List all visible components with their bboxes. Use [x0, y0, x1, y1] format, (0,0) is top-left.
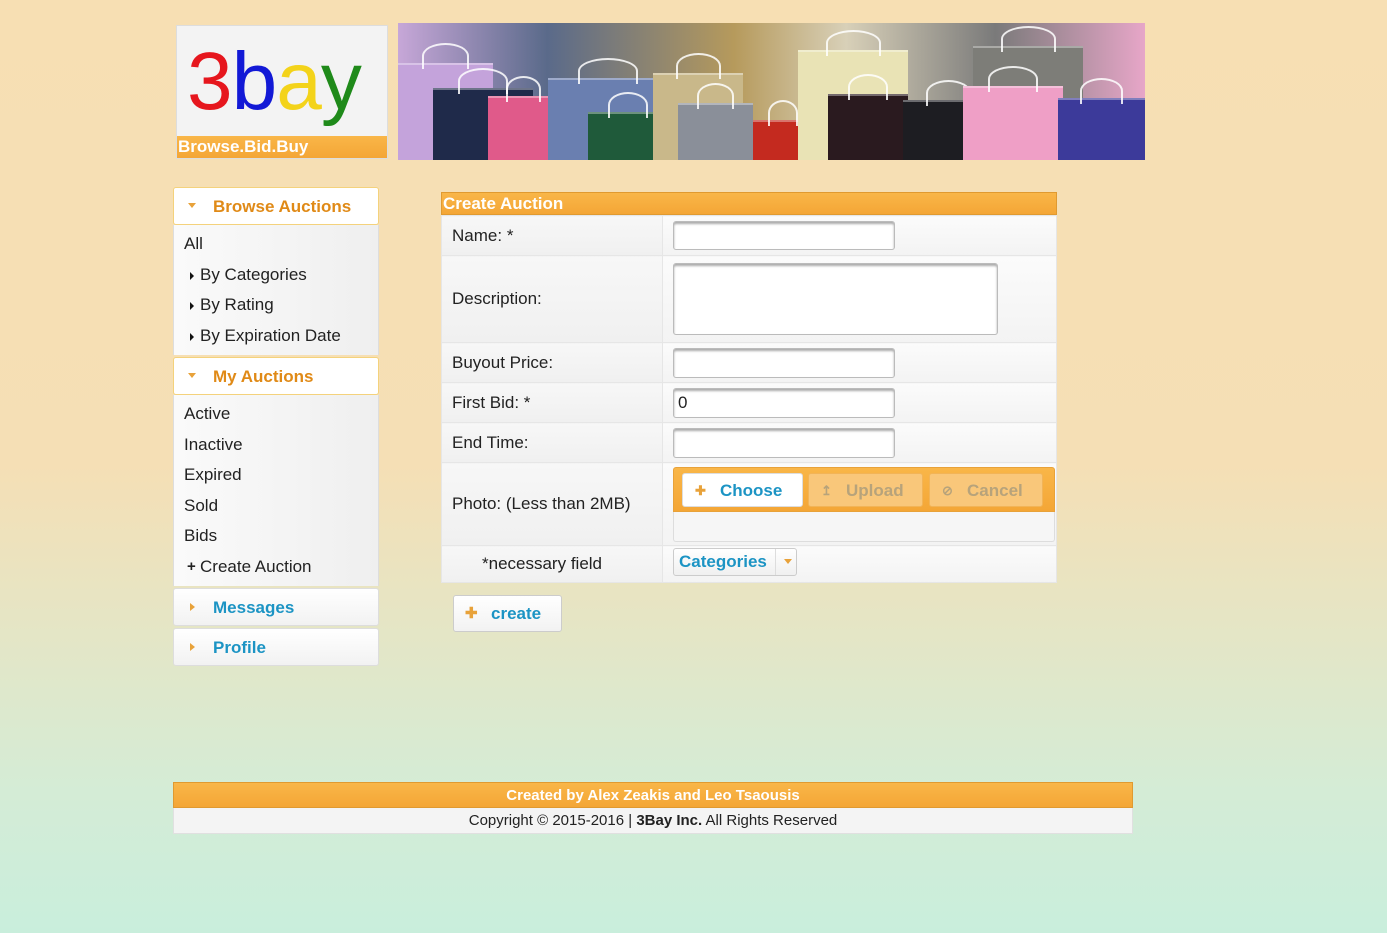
menu-item-active[interactable]: Active [174, 399, 378, 430]
name-label: Name: * [441, 215, 663, 256]
button-label: Cancel [967, 480, 1023, 500]
rights-text: All Rights Reserved [705, 812, 838, 829]
name-cell [662, 215, 1057, 256]
required-mark: * [506, 225, 514, 245]
end-time-cell [662, 422, 1057, 463]
accordion-header-profile[interactable]: Profile [173, 628, 379, 666]
form-row-first-bid: First Bid: * 0 [441, 382, 1057, 423]
form-row-buyout: Buyout Price: [441, 342, 1057, 383]
site-tagline: Browse.Bid.Buy [177, 136, 387, 158]
create-auction-panel: Create Auction Name: * Description: Buyo… [441, 192, 1057, 583]
menu-item-create-auction[interactable]: + Create Auction [174, 552, 378, 583]
chevron-down-icon [784, 558, 792, 564]
categories-dropdown-button[interactable]: Categories [673, 547, 797, 576]
create-auction-form: Name: * Description: Buyout Price: First… [441, 215, 1057, 583]
caret-right-icon [190, 271, 194, 280]
accordion-title: My Auctions [213, 367, 314, 386]
menu-item-by-rating[interactable]: By Rating [174, 290, 378, 321]
form-row-name: Name: * [441, 215, 1057, 256]
upload-arrow-icon: ↥ [821, 482, 832, 498]
first-bid-label: First Bid: * [441, 382, 663, 423]
menu-item-by-expiration-date[interactable]: By Expiration Date [174, 321, 378, 352]
logo-wordmark: 3bay [187, 32, 362, 132]
copyright-text: Copyright © 2015-2016 | [468, 812, 633, 829]
end-time-label: End Time: [441, 422, 663, 463]
menu-item-inactive[interactable]: Inactive [174, 430, 378, 461]
caret-right-icon [190, 302, 194, 310]
form-row-footer: *necessary field Categories [441, 545, 1057, 583]
button-label: create [491, 604, 542, 623]
logo-letter-1: 3 [187, 36, 233, 127]
necessary-field-note: *necessary field [441, 545, 663, 583]
first-bid-input[interactable]: 0 [673, 387, 895, 418]
end-time-input[interactable] [673, 427, 895, 458]
menu-item-label: By Categories [200, 264, 307, 284]
triangle-right-icon [190, 643, 195, 651]
plus-icon: ✚ [695, 482, 706, 498]
accordion-title: Messages [213, 598, 295, 617]
panel-title: Create Auction [441, 192, 1057, 215]
menu-item-bids[interactable]: Bids [174, 521, 378, 552]
form-row-photo: Photo: (Less than 2MB) ✚ Choose ↥ Upload… [441, 462, 1057, 546]
description-label: Description: [441, 255, 663, 343]
divider [775, 548, 776, 575]
caret-right-icon [190, 332, 194, 341]
site-logo[interactable]: 3bay Browse.Bid.Buy [176, 25, 388, 159]
buyout-label: Buyout Price: [441, 342, 663, 383]
buyout-cell [662, 342, 1057, 383]
create-button[interactable]: ✚ create [453, 595, 562, 632]
browse-auctions-panel: All By Categories By Rating By Expiratio… [173, 225, 379, 355]
choose-file-button[interactable]: ✚ Choose [682, 472, 803, 507]
button-label: Upload [846, 480, 904, 500]
cancel-icon: ⊘ [942, 482, 953, 498]
triangle-down-icon [188, 203, 196, 208]
form-row-end-time: End Time: [441, 422, 1057, 463]
menu-item-label: By Rating [200, 295, 274, 314]
file-upload-content [673, 511, 1055, 542]
name-input[interactable] [673, 221, 895, 250]
my-auctions-panel: Active Inactive Expired Sold Bids + Crea… [173, 395, 379, 586]
menu-item-label: Create Auction [200, 556, 312, 576]
menu-item-label: By Expiration Date [200, 325, 341, 345]
first-bid-cell: 0 [662, 382, 1057, 423]
description-cell [662, 255, 1057, 343]
buyout-price-input[interactable] [673, 347, 895, 378]
header-banner-image [398, 23, 1145, 160]
button-label: Categories [679, 551, 767, 571]
sidebar-accordion: Browse Auctions All By Categories By Rat… [173, 187, 379, 668]
accordion-title: Browse Auctions [213, 197, 352, 216]
company-name: 3Bay Inc. [636, 812, 703, 829]
footer-copyright: Copyright © 2015-2016 | 3Bay Inc. All Ri… [173, 808, 1133, 834]
menu-item-expired[interactable]: Expired [174, 460, 378, 491]
menu-item-all[interactable]: All [174, 229, 378, 260]
cancel-upload-button[interactable]: ⊘ Cancel [929, 472, 1043, 507]
menu-item-by-categories[interactable]: By Categories [174, 260, 378, 291]
logo-letter-3: a [276, 36, 322, 127]
button-label: Choose [720, 480, 783, 500]
menu-item-sold[interactable]: Sold [174, 491, 378, 522]
plus-icon: ✚ [465, 605, 478, 622]
logo-letter-4: y [320, 36, 362, 127]
plus-icon: + [187, 557, 196, 575]
categories-cell: Categories [662, 545, 1057, 583]
description-textarea[interactable] [673, 263, 998, 335]
footer-credits: Created by Alex Zeakis and Leo Tsaousis [173, 782, 1133, 808]
file-upload-toolbar: ✚ Choose ↥ Upload ⊘ Cancel [673, 466, 1055, 512]
triangle-right-icon [190, 603, 195, 611]
triangle-down-icon [188, 373, 196, 378]
accordion-header-browse-auctions[interactable]: Browse Auctions [173, 187, 379, 225]
logo-letter-2: b [231, 36, 278, 127]
accordion-header-messages[interactable]: Messages [173, 588, 379, 626]
required-mark: * [523, 392, 531, 412]
photo-cell: ✚ Choose ↥ Upload ⊘ Cancel [662, 462, 1057, 546]
label-text: First Bid: [452, 392, 520, 412]
photo-label: Photo: (Less than 2MB) [441, 462, 663, 546]
accordion-header-my-auctions[interactable]: My Auctions [173, 357, 379, 395]
label-text: Name: [452, 225, 503, 245]
form-row-description: Description: [441, 255, 1057, 343]
upload-button[interactable]: ↥ Upload [808, 472, 923, 507]
accordion-title: Profile [213, 638, 266, 657]
